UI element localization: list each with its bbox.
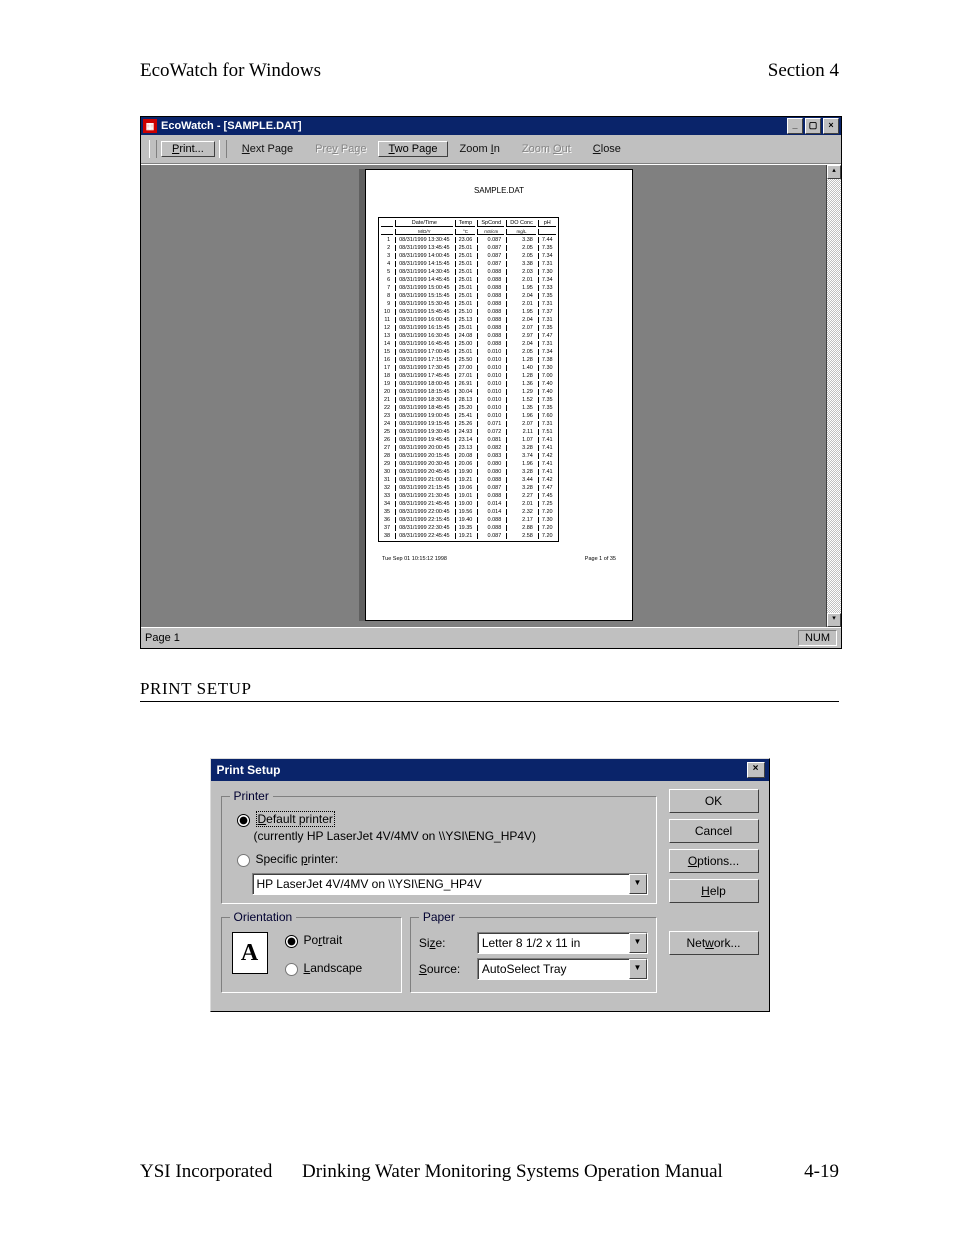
dialog-titlebar: Print Setup × xyxy=(211,759,769,781)
close-button[interactable]: Close xyxy=(582,141,632,157)
printer-select[interactable]: HP LaserJet 4V/4MV on \\YSI\ENG_HP4V ▼ xyxy=(252,873,648,895)
grip-icon xyxy=(219,140,227,158)
chevron-down-icon[interactable]: ▼ xyxy=(629,874,647,894)
page-header: EcoWatch for Windows Section 4 xyxy=(140,60,839,82)
print-setup-dialog: Print Setup × Printer Default printer (c… xyxy=(210,758,770,1012)
paper-size-value: Letter 8 1/2 x 11 in xyxy=(482,936,581,950)
paper-source-label: Source: xyxy=(419,962,469,976)
chevron-down-icon[interactable]: ▼ xyxy=(629,959,647,979)
specific-printer-label[interactable]: Specific printer: xyxy=(256,852,339,866)
network-button[interactable]: Network... xyxy=(669,931,759,955)
portrait-label[interactable]: Portrait xyxy=(304,933,343,947)
ok-button[interactable]: OK xyxy=(669,789,759,813)
cancel-button[interactable]: Cancel xyxy=(669,819,759,843)
default-printer-label[interactable]: Default printer xyxy=(256,811,335,827)
landscape-radio[interactable] xyxy=(285,963,298,976)
landscape-label[interactable]: Landscape xyxy=(304,961,363,975)
scroll-down-icon[interactable]: ▾ xyxy=(827,613,841,627)
section-heading: PRINT SETUP xyxy=(140,679,839,702)
header-right: Section 4 xyxy=(768,60,839,82)
portrait-radio[interactable] xyxy=(285,935,298,948)
titlebar: ▦ EcoWatch - [SAMPLE.DAT] _ ▢ × xyxy=(141,117,841,135)
two-page-button[interactable]: Two Page xyxy=(378,141,449,157)
printer-select-value: HP LaserJet 4V/4MV on \\YSI\ENG_HP4V xyxy=(257,877,482,891)
orientation-group: Orientation A Portrait Landscape xyxy=(221,910,402,993)
orientation-group-label: Orientation xyxy=(230,910,297,924)
preview-workspace: SAMPLE.DAT Date/TimeTempSpCondDO ConcpH … xyxy=(141,164,841,627)
footer-mid: Drinking Water Monitoring Systems Operat… xyxy=(302,1161,723,1183)
options-button[interactable]: Options... xyxy=(669,849,759,873)
status-page: Page 1 xyxy=(145,632,180,644)
zoom-out-button: Zoom Out xyxy=(511,141,582,157)
footer-left: YSI Incorporated xyxy=(140,1161,272,1183)
page-footer: YSI Incorporated Drinking Water Monitori… xyxy=(140,1161,839,1183)
preview-file-title: SAMPLE.DAT xyxy=(378,186,620,195)
orientation-icon: A xyxy=(232,932,268,974)
footer-right: 4-19 xyxy=(804,1161,839,1183)
chevron-down-icon[interactable]: ▼ xyxy=(629,933,647,953)
window-title: EcoWatch - [SAMPLE.DAT] xyxy=(161,120,302,132)
grip-icon xyxy=(149,140,157,158)
close-icon[interactable]: × xyxy=(823,118,839,134)
header-left: EcoWatch for Windows xyxy=(140,60,321,82)
preview-table: Date/TimeTempSpCondDO ConcpH M/D/Y°CmS/c… xyxy=(378,217,559,542)
zoom-in-button[interactable]: Zoom In xyxy=(448,141,510,157)
preview-toolbar: Print... Next Page Prev Page Two Page Zo… xyxy=(141,135,841,164)
printer-group-label: Printer xyxy=(230,789,273,803)
paper-source-value: AutoSelect Tray xyxy=(482,962,567,976)
preview-footer-right: Page 1 of 35 xyxy=(585,556,616,562)
paper-size-select[interactable]: Letter 8 1/2 x 11 in ▼ xyxy=(477,932,648,954)
default-printer-radio[interactable] xyxy=(237,814,250,827)
paper-source-select[interactable]: AutoSelect Tray ▼ xyxy=(477,958,648,980)
paper-size-label: Size: xyxy=(419,936,469,950)
app-icon: ▦ xyxy=(143,119,157,133)
ecowatch-window: ▦ EcoWatch - [SAMPLE.DAT] _ ▢ × Print...… xyxy=(140,116,842,649)
prev-page-button: Prev Page xyxy=(304,141,377,157)
paper-group: Paper Size: Letter 8 1/2 x 11 in ▼ Sourc… xyxy=(410,910,657,993)
preview-footer-left: Tue Sep 01 10:15:12 1998 xyxy=(382,556,447,562)
status-num: NUM xyxy=(798,630,837,646)
next-page-button[interactable]: Next Page xyxy=(231,141,304,157)
help-button[interactable]: Help xyxy=(669,879,759,903)
dialog-title: Print Setup xyxy=(217,763,281,777)
preview-page: SAMPLE.DAT Date/TimeTempSpCondDO ConcpH … xyxy=(365,169,633,621)
minimize-icon[interactable]: _ xyxy=(787,118,803,134)
print-button[interactable]: Print... xyxy=(161,141,215,157)
specific-printer-radio[interactable] xyxy=(237,854,250,867)
dialog-close-icon[interactable]: × xyxy=(747,762,765,778)
default-printer-detail: (currently HP LaserJet 4V/4MV on \\YSI\E… xyxy=(254,829,648,843)
scroll-up-icon[interactable]: ▴ xyxy=(827,165,841,179)
maximize-icon[interactable]: ▢ xyxy=(805,118,821,134)
scrollbar[interactable]: ▴ ▾ xyxy=(826,165,841,627)
paper-group-label: Paper xyxy=(419,910,459,924)
printer-group: Printer Default printer (currently HP La… xyxy=(221,789,657,904)
statusbar: Page 1 NUM xyxy=(141,627,841,648)
